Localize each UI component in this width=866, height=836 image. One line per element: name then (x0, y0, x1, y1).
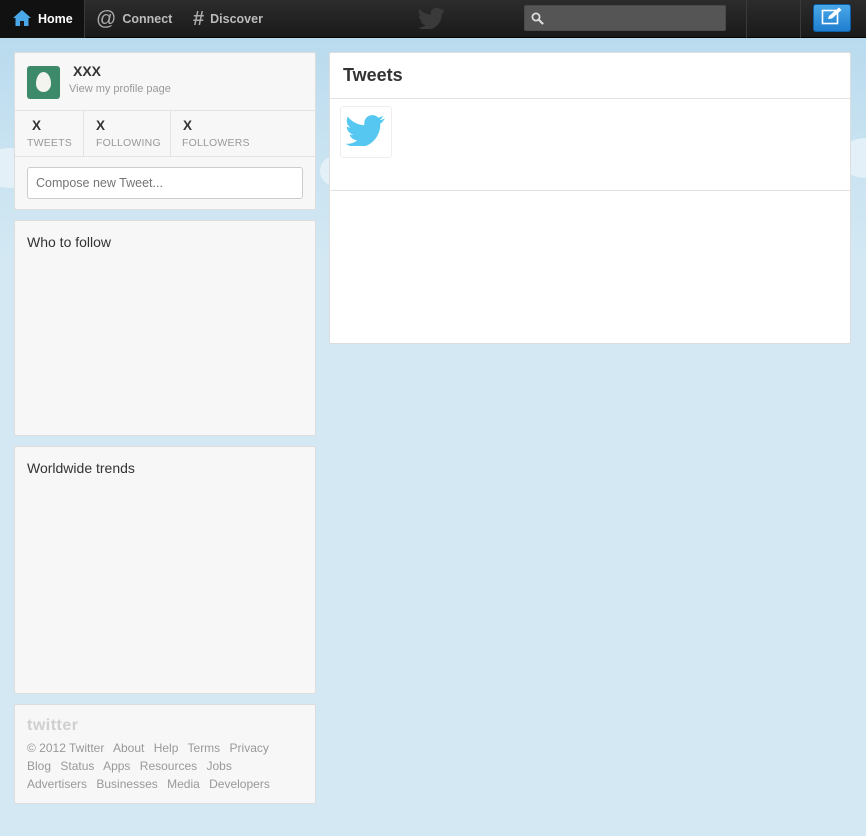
footer-module: twitter © 2012 Twitter About Help Terms … (14, 704, 316, 804)
stat-tweets-count: X (32, 118, 42, 133)
footer-link-about[interactable]: About (113, 741, 144, 755)
bird-logo-icon[interactable] (417, 7, 446, 30)
top-navigation-bar: Home @ Connect # Discover (0, 0, 866, 38)
at-icon: @ (96, 8, 117, 30)
tweet-item[interactable] (330, 99, 850, 191)
nav-home-label: Home (38, 12, 73, 26)
footer-link-help[interactable]: Help (154, 741, 179, 755)
twitter-bird-icon (344, 114, 388, 151)
stat-following[interactable]: X FOLLOWING (84, 111, 170, 156)
compose-tweet-button[interactable] (813, 4, 851, 32)
view-profile-link[interactable]: View my profile page (69, 83, 171, 95)
trends-module: Worldwide trends (14, 446, 316, 694)
tweets-panel: Tweets (329, 52, 851, 344)
stat-followers-count: X (183, 118, 193, 133)
footer-links-row: Blog Status Apps Resources Jobs (27, 759, 238, 773)
stat-following-label: FOLLOWING (96, 137, 161, 149)
stat-tweets[interactable]: X TWEETS (15, 111, 83, 156)
profile-name[interactable]: XXX (73, 63, 101, 79)
compose-tweet-field[interactable] (27, 167, 303, 199)
footer-link-media[interactable]: Media (167, 777, 200, 791)
stat-following-count: X (96, 118, 106, 133)
nav-divider (746, 0, 747, 38)
profile-stats: X TWEETS X FOLLOWING X FOLLOWERS (15, 110, 315, 157)
trends-title: Worldwide trends (27, 460, 135, 476)
search-box[interactable] (524, 5, 726, 31)
house-icon (12, 9, 32, 30)
search-input[interactable] (547, 9, 721, 27)
who-to-follow-module: Who to follow (14, 220, 316, 436)
stat-tweets-label: TWEETS (27, 137, 72, 149)
footer-link-blog[interactable]: Blog (27, 759, 51, 773)
footer-link-resources[interactable]: Resources (140, 759, 197, 773)
footer-link-status[interactable]: Status (60, 759, 94, 773)
nav-connect[interactable]: @ Connect (96, 0, 172, 38)
footer-links-row: Advertisers Businesses Media Developers (27, 777, 276, 791)
nav-connect-label: Connect (122, 12, 173, 26)
footer-copyright: © 2012 Twitter (27, 741, 105, 755)
twitter-wordmark-logo: twitter (27, 717, 79, 734)
avatar[interactable] (27, 66, 60, 99)
hash-icon: # (193, 8, 205, 30)
footer-link-jobs[interactable]: Jobs (206, 759, 231, 773)
who-to-follow-title: Who to follow (27, 234, 112, 250)
compose-pencil-icon (821, 7, 843, 30)
nav-home[interactable]: Home (12, 0, 73, 38)
footer-link-privacy[interactable]: Privacy (230, 741, 269, 755)
stat-followers[interactable]: X FOLLOWERS (171, 111, 271, 156)
footer-link-terms[interactable]: Terms (188, 741, 221, 755)
footer-links-row: © 2012 Twitter About Help Terms Privacy (27, 741, 275, 755)
footer-link-businesses[interactable]: Businesses (96, 777, 157, 791)
nav-discover-label: Discover (210, 12, 263, 26)
nav-divider (84, 0, 85, 38)
footer-link-apps[interactable]: Apps (103, 759, 130, 773)
tweets-title: Tweets (343, 65, 403, 85)
footer-link-developers[interactable]: Developers (209, 777, 270, 791)
footer-link-advertisers[interactable]: Advertisers (27, 777, 87, 791)
tweet-avatar[interactable] (340, 106, 392, 158)
search-icon (531, 12, 544, 30)
profile-card: XXX View my profile page X TWEETS X FOLL… (14, 52, 316, 210)
nav-divider (800, 0, 801, 38)
egg-avatar-icon (36, 72, 51, 92)
nav-discover[interactable]: # Discover (193, 0, 263, 38)
stat-followers-label: FOLLOWERS (182, 137, 250, 149)
